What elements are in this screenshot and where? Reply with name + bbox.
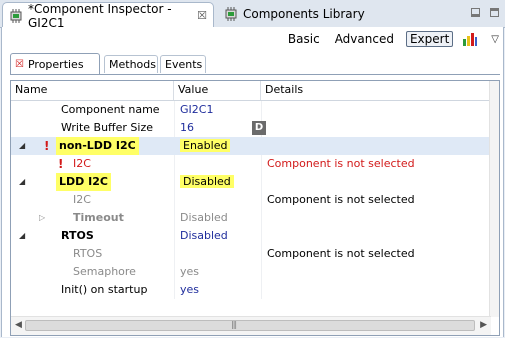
- collapsed-arrow-icon[interactable]: ▷: [39, 209, 45, 227]
- expert-mode-button[interactable]: Expert: [405, 31, 454, 47]
- property-details: Component is not selected: [267, 157, 415, 170]
- level-chart-icon[interactable]: [462, 32, 478, 47]
- component-inspector-icon: [10, 8, 22, 23]
- table-header: Name Value Details: [11, 81, 499, 101]
- scrollbar-grip-icon: |||: [231, 320, 237, 329]
- property-details: Component is not selected: [267, 247, 415, 260]
- property-value[interactable]: [175, 155, 261, 173]
- table-row[interactable]: Component name GI2C1: [11, 101, 491, 119]
- table-row[interactable]: ▷ Timeout Disabled: [11, 209, 491, 227]
- view-tools: [471, 8, 499, 17]
- warning-icon: !: [58, 157, 64, 171]
- tab-label: Components Library: [243, 7, 365, 21]
- subtab-divider: [10, 74, 500, 75]
- table-row[interactable]: I2C Component is not selected: [11, 191, 491, 209]
- property-value[interactable]: yes: [175, 263, 261, 281]
- warning-icon: !: [44, 139, 50, 153]
- property-name: LDD I2C: [56, 173, 111, 191]
- property-value[interactable]: [175, 245, 261, 263]
- table-row[interactable]: Init() on startup yes: [11, 281, 491, 299]
- property-name: Semaphore: [73, 265, 136, 278]
- table-row[interactable]: ◢ RTOS Disabled: [11, 227, 491, 245]
- tab-components-library[interactable]: Components Library: [218, 2, 378, 26]
- minimize-icon[interactable]: [471, 8, 480, 17]
- property-value[interactable]: [175, 191, 261, 209]
- components-library-icon: [225, 7, 237, 21]
- column-header-name[interactable]: Name: [11, 81, 174, 100]
- table-row[interactable]: RTOS Component is not selected: [11, 245, 491, 263]
- scroll-left-icon[interactable]: ◀: [15, 320, 22, 330]
- view-tab-bar: *Component Inspector - GI2C1 ☒ Component…: [0, 0, 505, 30]
- property-name: Write Buffer Size: [61, 121, 154, 134]
- advanced-mode-button[interactable]: Advanced: [332, 31, 397, 47]
- tab-label: Properties: [27, 57, 84, 71]
- property-name: non-LDD I2C: [56, 137, 139, 155]
- tab-label: *Component Inspector - GI2C1: [28, 1, 172, 30]
- component-inspector-panel: Basic Advanced Expert ▽ ☒ Properties Met…: [1, 27, 504, 337]
- table-row[interactable]: ◢ LDD I2C Disabled: [11, 173, 491, 191]
- edit-value-button[interactable]: D: [252, 121, 266, 135]
- close-tab-icon[interactable]: ☒: [197, 9, 207, 22]
- maximize-icon[interactable]: [490, 8, 499, 17]
- property-name: I2C: [73, 157, 91, 170]
- tab-events[interactable]: Events: [160, 55, 206, 73]
- expanded-arrow-icon[interactable]: ◢: [19, 227, 25, 245]
- basic-mode-button[interactable]: Basic: [285, 31, 323, 47]
- tab-methods[interactable]: Methods: [104, 55, 158, 73]
- properties-table: Name Value Details Component name GI2C1 …: [10, 80, 500, 336]
- table-row[interactable]: Semaphore yes: [11, 263, 491, 281]
- scroll-right-icon[interactable]: ▶: [480, 320, 487, 330]
- expanded-arrow-icon[interactable]: ◢: [19, 173, 25, 191]
- property-value[interactable]: yes: [175, 281, 261, 299]
- tab-properties[interactable]: ☒ Properties: [10, 53, 100, 74]
- horizontal-scrollbar[interactable]: ◀ ||| ▶: [11, 316, 491, 335]
- tab-label: Events: [165, 58, 203, 71]
- property-value[interactable]: 16 D: [175, 119, 266, 137]
- property-name: Timeout: [73, 211, 124, 224]
- property-name: RTOS: [73, 247, 103, 260]
- tab-label: Methods: [109, 58, 156, 71]
- property-name: Init() on startup: [61, 283, 148, 296]
- table-body: Component name GI2C1 Write Buffer Size 1…: [11, 101, 491, 299]
- table-row[interactable]: ! I2C Component is not selected: [11, 155, 491, 173]
- property-details: Component is not selected: [267, 193, 415, 206]
- scrollbar-thumb[interactable]: [25, 320, 475, 331]
- property-value[interactable]: GI2C1: [175, 101, 261, 119]
- property-name: I2C: [73, 193, 91, 206]
- vertical-scrollbar[interactable]: [489, 81, 499, 317]
- table-row[interactable]: Write Buffer Size 16 D: [11, 119, 491, 137]
- property-value[interactable]: Disabled: [180, 175, 234, 188]
- view-menu-icon[interactable]: ▽: [491, 34, 499, 45]
- expanded-arrow-icon[interactable]: ◢: [19, 137, 25, 155]
- property-value[interactable]: Enabled: [180, 139, 231, 152]
- table-row[interactable]: ◢ ! non-LDD I2C Enabled: [11, 137, 491, 155]
- inspector-subtabs: ☒ Properties Methods Events: [10, 53, 500, 74]
- mode-toolbar: Basic Advanced Expert ▽: [285, 31, 499, 47]
- error-icon: ☒: [15, 58, 24, 70]
- value-text: 16: [180, 121, 194, 134]
- property-name: Component name: [61, 103, 160, 116]
- property-name: RTOS: [61, 229, 94, 242]
- property-value[interactable]: Disabled: [175, 209, 261, 227]
- column-header-details[interactable]: Details: [261, 81, 491, 100]
- property-value[interactable]: Disabled: [175, 227, 261, 245]
- tab-component-inspector[interactable]: *Component Inspector - GI2C1 ☒: [2, 1, 214, 30]
- column-header-value[interactable]: Value: [174, 81, 261, 100]
